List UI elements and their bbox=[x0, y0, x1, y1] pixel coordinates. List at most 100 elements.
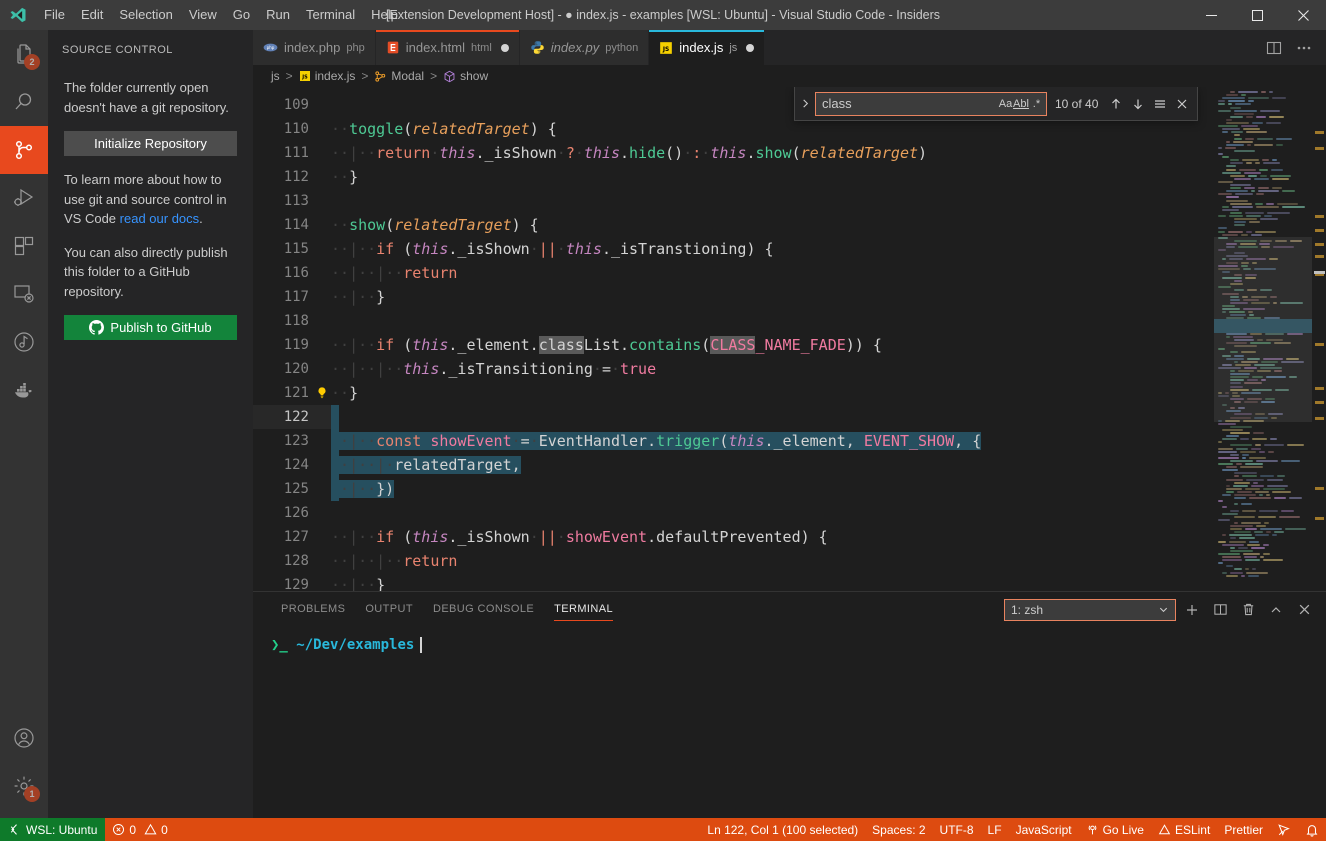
code-line[interactable]: ··|··const showEvent·=·EventHandler.trig… bbox=[331, 429, 1214, 453]
line-number[interactable]: 128 bbox=[253, 549, 331, 573]
split-editor-button[interactable] bbox=[1260, 34, 1288, 62]
status-feedback[interactable] bbox=[1270, 818, 1298, 841]
menu-view[interactable]: View bbox=[181, 4, 225, 26]
code-line[interactable]: ··|··|··return bbox=[331, 261, 1214, 285]
line-number[interactable]: 117 bbox=[253, 285, 331, 309]
menu-selection[interactable]: Selection bbox=[111, 4, 180, 26]
line-number[interactable]: 122 bbox=[253, 405, 331, 429]
menu-help[interactable]: Help bbox=[363, 4, 406, 26]
line-number[interactable]: 116 bbox=[253, 261, 331, 285]
code-line[interactable]: ··|··}) bbox=[331, 477, 1214, 501]
activity-item-extensions[interactable] bbox=[0, 222, 48, 270]
code-line[interactable]: ··|··return·this._isShown·?·this.hide()·… bbox=[331, 141, 1214, 165]
status-notifications[interactable] bbox=[1298, 818, 1326, 841]
activity-item-manage[interactable]: 1 bbox=[0, 762, 48, 810]
code-line[interactable]: ··|··|··return bbox=[331, 549, 1214, 573]
previous-match-button[interactable] bbox=[1105, 92, 1127, 116]
code-line[interactable]: ··|··if (this._isShown·||·showEvent.defa… bbox=[331, 525, 1214, 549]
line-number[interactable]: 109 bbox=[253, 93, 331, 117]
find-in-selection-button[interactable] bbox=[1149, 92, 1171, 116]
close-button[interactable] bbox=[1280, 0, 1326, 30]
menu-terminal[interactable]: Terminal bbox=[298, 4, 363, 26]
whole-word-option[interactable]: Abl bbox=[1013, 94, 1029, 114]
activity-item-accounts[interactable] bbox=[0, 714, 48, 762]
line-number[interactable]: 126 bbox=[253, 501, 331, 525]
maximize-panel-button[interactable] bbox=[1264, 598, 1288, 622]
menu-edit[interactable]: Edit bbox=[73, 4, 111, 26]
code-line[interactable] bbox=[331, 405, 1214, 429]
read-our-docs-link[interactable]: read our docs bbox=[120, 211, 200, 226]
line-number[interactable]: 120 bbox=[253, 357, 331, 381]
code-line[interactable] bbox=[331, 309, 1214, 333]
panel-tab-output[interactable]: OUTPUT bbox=[355, 592, 423, 627]
menu-go[interactable]: Go bbox=[225, 4, 258, 26]
line-number[interactable]: 121 bbox=[253, 381, 331, 405]
maximize-button[interactable] bbox=[1234, 0, 1280, 30]
status-eslint[interactable]: ESLint bbox=[1151, 818, 1217, 841]
breadcrumb-item-show[interactable]: show bbox=[443, 69, 488, 83]
tab-dirty-indicator[interactable] bbox=[746, 43, 755, 52]
tab-index-php[interactable]: php index.php php bbox=[253, 30, 376, 65]
code-line[interactable]: ··|··|·relatedTarget, bbox=[331, 453, 1214, 477]
find-widget[interactable]: Aa Abl .* 10 of 40 bbox=[794, 87, 1198, 121]
line-number[interactable]: 115 bbox=[253, 237, 331, 261]
activity-item-search[interactable] bbox=[0, 78, 48, 126]
line-number[interactable]: 127 bbox=[253, 525, 331, 549]
activity-item-source-control[interactable] bbox=[0, 126, 48, 174]
toggle-replace-button[interactable] bbox=[795, 87, 815, 121]
breadcrumb-item-js[interactable]: js bbox=[271, 69, 280, 83]
match-case-option[interactable]: Aa bbox=[998, 94, 1013, 114]
code-editor[interactable]: 109 110 111 112 113 114 115 116 117 118 119 120 121 1… bbox=[253, 87, 1326, 591]
more-actions-button[interactable] bbox=[1290, 34, 1318, 62]
breadcrumb-item-index-js[interactable]: JS index.js bbox=[299, 69, 355, 83]
split-terminal-button[interactable] bbox=[1208, 598, 1232, 622]
kill-terminal-button[interactable] bbox=[1236, 598, 1260, 622]
code-line[interactable]: ··show(relatedTarget) { bbox=[331, 213, 1214, 237]
activity-item-gitlens[interactable] bbox=[0, 318, 48, 366]
code-action-lightbulb-icon[interactable] bbox=[315, 386, 329, 400]
status-eol[interactable]: LF bbox=[981, 818, 1009, 841]
new-terminal-button[interactable] bbox=[1180, 598, 1204, 622]
tab-dirty-indicator[interactable] bbox=[500, 43, 509, 52]
code-content[interactable]: ··toggle(relatedTarget) {··|··return·thi… bbox=[331, 87, 1214, 591]
status-remote-indicator[interactable]: WSL: Ubuntu bbox=[0, 818, 106, 841]
code-line[interactable]: ··|··} bbox=[331, 285, 1214, 309]
line-number[interactable]: 118 bbox=[253, 309, 331, 333]
code-line[interactable]: ··|··if (this._element.classList.contain… bbox=[331, 333, 1214, 357]
minimap-slider[interactable] bbox=[1214, 237, 1312, 422]
menu-file[interactable]: File bbox=[36, 4, 73, 26]
code-line[interactable] bbox=[331, 189, 1214, 213]
code-line[interactable]: ··|··if (this._isShown·||·this._isTranst… bbox=[331, 237, 1214, 261]
line-number[interactable]: 125 bbox=[253, 477, 331, 501]
code-line[interactable]: ··|··|··this._isTransitioning·=·true bbox=[331, 357, 1214, 381]
breadcrumb-item-modal[interactable]: Modal bbox=[374, 69, 424, 83]
initialize-repository-button[interactable]: Initialize Repository bbox=[64, 131, 237, 156]
panel-tab-problems[interactable]: PROBLEMS bbox=[271, 592, 355, 627]
panel-tab-debug-console[interactable]: DEBUG CONSOLE bbox=[423, 592, 544, 627]
status-language-mode[interactable]: JavaScript bbox=[1009, 818, 1079, 841]
close-panel-button[interactable] bbox=[1292, 598, 1316, 622]
status-problems[interactable]: 0 0 bbox=[105, 818, 174, 841]
line-number[interactable]: 124 bbox=[253, 453, 331, 477]
find-input[interactable] bbox=[822, 96, 998, 111]
status-indentation[interactable]: Spaces: 2 bbox=[865, 818, 932, 841]
activity-item-remote-explorer[interactable] bbox=[0, 270, 48, 318]
line-number[interactable]: 114 bbox=[253, 213, 331, 237]
tab-index-py[interactable]: index.py python bbox=[519, 30, 650, 65]
line-number[interactable]: 129 bbox=[253, 573, 331, 591]
code-line[interactable]: ··|··} bbox=[331, 573, 1214, 591]
line-number[interactable]: 113 bbox=[253, 189, 331, 213]
code-line[interactable]: ··} bbox=[331, 381, 1214, 405]
status-encoding[interactable]: UTF-8 bbox=[933, 818, 981, 841]
find-input-wrapper[interactable]: Aa Abl .* bbox=[815, 91, 1047, 116]
activity-item-docker[interactable] bbox=[0, 366, 48, 414]
terminal-view[interactable]: ❯_ ~/Dev/examples bbox=[253, 627, 1326, 818]
terminal-select[interactable]: 1: zsh bbox=[1004, 598, 1176, 621]
code-line[interactable] bbox=[331, 501, 1214, 525]
panel-tab-terminal[interactable]: TERMINAL bbox=[544, 592, 623, 627]
minimize-button[interactable] bbox=[1188, 0, 1234, 30]
status-cursor-position[interactable]: Ln 122, Col 1 (100 selected) bbox=[700, 818, 865, 841]
minimap[interactable] bbox=[1214, 87, 1326, 591]
tab-index-html[interactable]: index.html html bbox=[375, 30, 520, 65]
use-regex-option[interactable]: .* bbox=[1029, 94, 1044, 114]
